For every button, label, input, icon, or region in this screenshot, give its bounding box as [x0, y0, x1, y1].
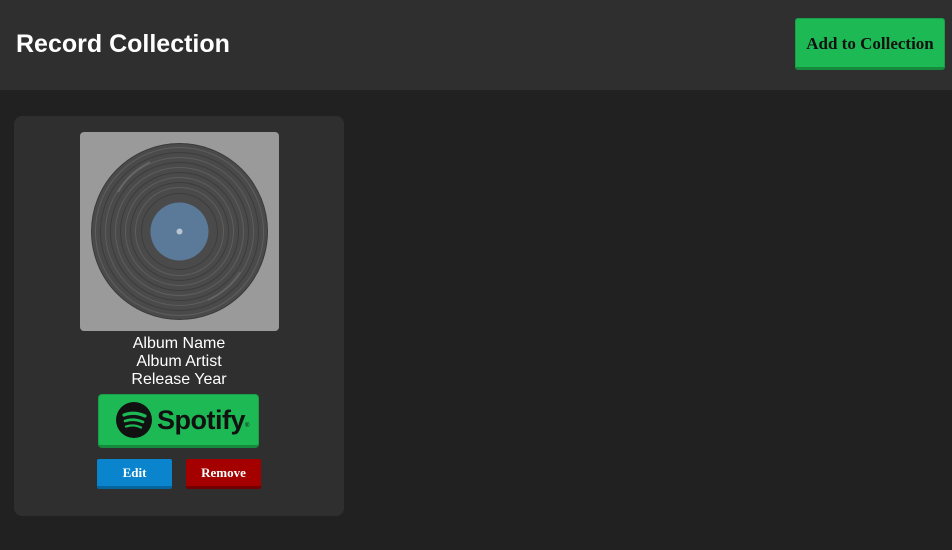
record-card: Album Name Album Artist Release Year Spo…: [14, 116, 344, 516]
app-header: Record Collection Add to Collection: [0, 0, 952, 90]
vinyl-record-icon: [91, 143, 268, 320]
album-artist: Album Artist: [136, 353, 222, 370]
remove-button[interactable]: Remove: [186, 459, 261, 489]
release-year: Release Year: [131, 371, 227, 388]
spotify-button[interactable]: Spotify®: [98, 394, 259, 448]
page-title: Record Collection: [16, 30, 230, 58]
album-cover: [80, 132, 279, 331]
add-to-collection-button[interactable]: Add to Collection: [795, 18, 945, 70]
spotify-logo-icon: [116, 402, 152, 438]
album-name: Album Name: [132, 335, 226, 352]
edit-button[interactable]: Edit: [97, 459, 172, 489]
spotify-wordmark: Spotify®: [157, 405, 249, 435]
